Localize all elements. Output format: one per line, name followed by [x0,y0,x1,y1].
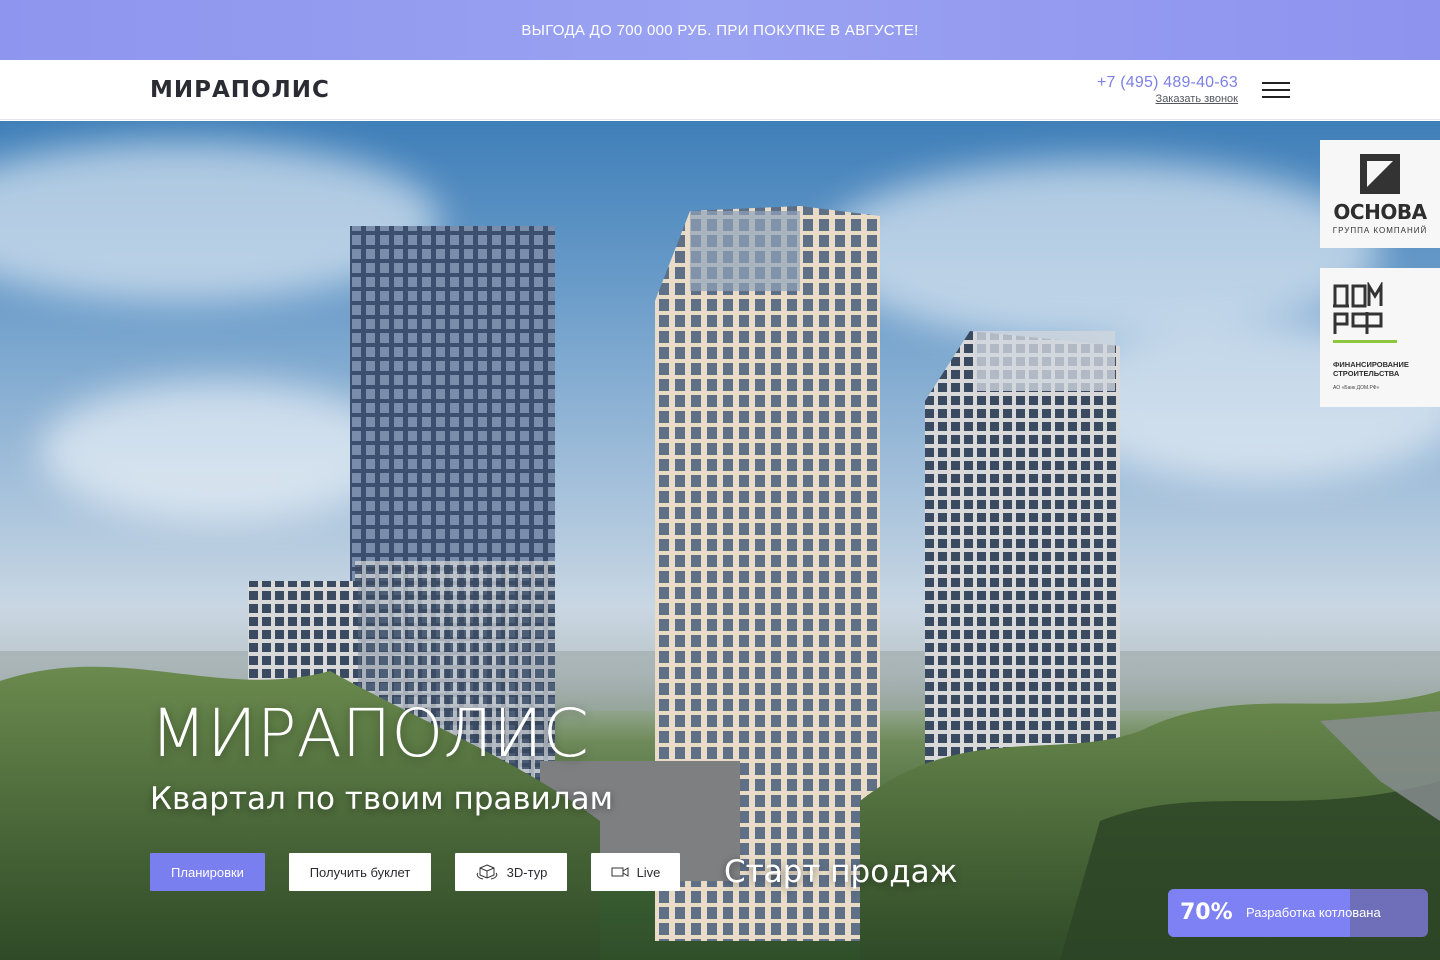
hamburger-line [1262,89,1290,91]
get-booklet-button[interactable]: Получить буклет [289,853,431,891]
building-render [0,206,1440,960]
domrf-line1: ФИНАНСИРОВАНИЕ [1333,360,1409,369]
plans-button-label: Планировки [171,864,244,880]
hamburger-line [1262,96,1290,98]
osnova-logo-icon [1360,154,1400,194]
3d-tour-label: 3D-тур [506,864,548,880]
promo-banner[interactable]: ВЫГОДА ДО 700 000 РУБ. ПРИ ПОКУПКЕ В АВГ… [0,0,1440,60]
osnova-subtitle: ГРУППА КОМПАНИЙ [1332,226,1428,235]
site-logo[interactable]: МИРАПОЛИС [150,77,330,103]
booklet-button-label: Получить буклет [309,864,411,880]
plans-button[interactable]: Планировки [150,853,265,891]
request-call-link[interactable]: Заказать звонок [1156,93,1238,105]
hamburger-line [1262,82,1290,84]
live-button[interactable]: Live [591,853,680,891]
hero-subtitle: Квартал по твоим правилам [150,781,614,817]
construction-progress[interactable]: 70% Разработка котлована [1168,889,1428,937]
sales-start-text: Старт продаж [724,854,958,890]
phone-link[interactable]: +7 (495) 489-40-63 [1097,74,1238,92]
domrf-line2: СТРОИТЕЛЬСТВА [1333,369,1400,378]
hero-title: МИРАПОЛИС [150,695,589,772]
live-label: Live [636,864,661,880]
osnova-name: ОСНОВА [1333,200,1427,224]
site-header: МИРАПОЛИС +7 (495) 489-40-63 Заказать зв… [0,60,1440,120]
domrf-line3: АО «Банк ДОМ.РФ» [1333,385,1380,391]
hero-section: МИРАПОЛИС Квартал по твоим правилам План… [0,121,1440,960]
domrf-logo-icon [1333,282,1397,343]
progress-percent: 70% [1180,900,1233,925]
3d-tour-button[interactable]: 3D-тур [455,853,567,891]
progress-label: Разработка котлована [1246,905,1381,920]
hamburger-icon[interactable] [1262,80,1290,100]
promo-text: ВЫГОДА ДО 700 000 РУБ. ПРИ ПОКУПКЕ В АВГ… [521,21,919,39]
partner-logo-domrf[interactable]: ФИНАНСИРОВАНИЕ СТРОИТЕЛЬСТВА АО «Банк ДО… [1320,268,1440,407]
cube-360-icon [476,864,497,880]
video-camera-icon [611,867,629,877]
partner-logo-osnova[interactable]: ОСНОВА ГРУППА КОМПАНИЙ [1320,140,1440,248]
